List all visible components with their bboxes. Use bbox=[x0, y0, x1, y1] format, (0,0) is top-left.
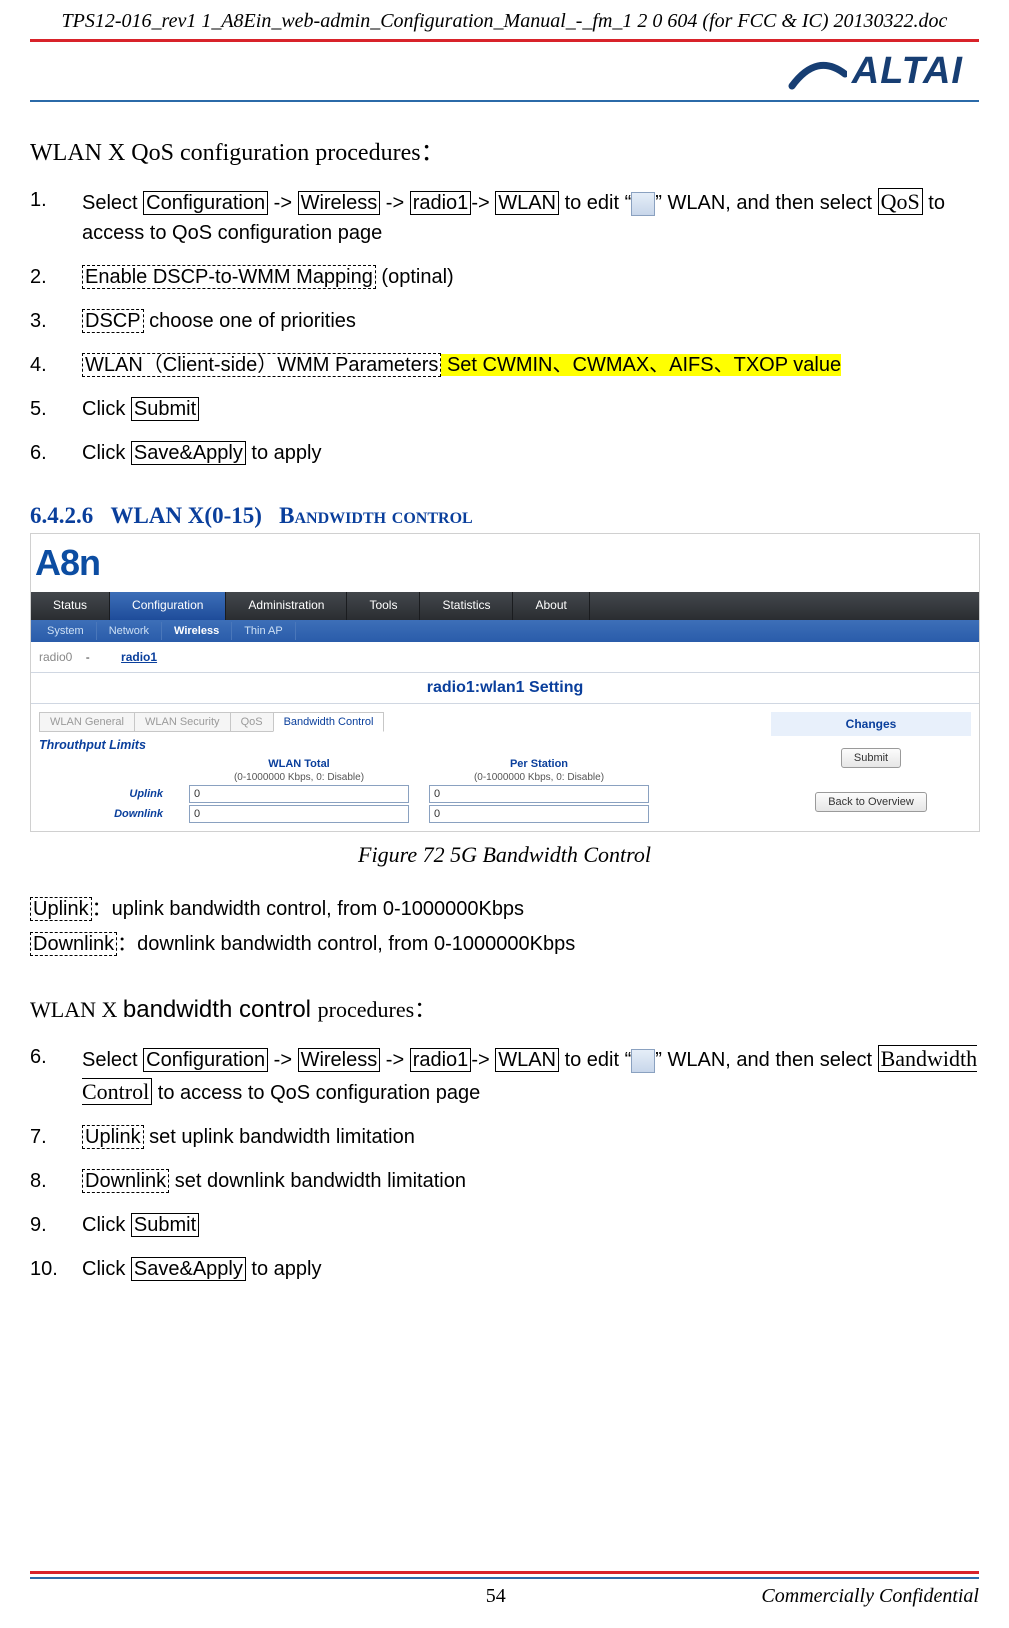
main-nav: Status Configuration Administration Tool… bbox=[31, 592, 979, 620]
bw-step-9: 9. Click Submit bbox=[30, 1210, 979, 1240]
subsection-heading: 6.4.2.6 WLAN X(0-15) Bandwidth control bbox=[30, 503, 979, 529]
link-configuration: Configuration bbox=[143, 191, 268, 215]
col-wlan-total: WLAN Total bbox=[189, 758, 409, 770]
logo-row: ALTAI bbox=[0, 42, 1009, 100]
bw-step-7: 7. Uplink set uplink bandwidth limitatio… bbox=[30, 1122, 979, 1152]
input-downlink-perstation[interactable]: 0 bbox=[429, 805, 649, 823]
col-per-station: Per Station bbox=[429, 758, 649, 770]
def-downlink-label: Downlink bbox=[30, 932, 117, 956]
def-downlink: Downlink：downlink bandwidth control, fro… bbox=[30, 927, 979, 956]
btn-submit: Submit bbox=[131, 397, 199, 421]
footer-red-rule bbox=[30, 1571, 979, 1574]
qos-step-5: 5. Click Submit bbox=[30, 394, 979, 424]
qos-step-2: 2. Enable DSCP-to-WMM Mapping (optinal) bbox=[30, 262, 979, 292]
product-logo-area: A8n bbox=[31, 534, 979, 592]
radio1-active[interactable]: radio1 bbox=[121, 650, 157, 664]
confidential-notice: Commercially Confidential bbox=[761, 1585, 979, 1608]
secondary-nav: System Network Wireless Thin AP bbox=[31, 620, 979, 642]
input-uplink-total[interactable]: 0 bbox=[189, 785, 409, 803]
qos-step-1: 1. Select Configuration -> Wireless -> r… bbox=[30, 185, 979, 248]
tab-status[interactable]: Status bbox=[31, 592, 110, 620]
bw-step-8: 8. Downlink set downlink bandwidth limit… bbox=[30, 1166, 979, 1196]
subtab-thinap[interactable]: Thin AP bbox=[232, 622, 296, 640]
throughput-limits-label: Throuthput Limits bbox=[39, 738, 759, 752]
bw-step-10: 10. Click Save&Apply to apply bbox=[30, 1254, 979, 1284]
btn-save-apply: Save&Apply bbox=[131, 441, 246, 465]
page-footer: 54 Commercially Confidential bbox=[30, 1571, 979, 1608]
subtab-wlan-security[interactable]: WLAN Security bbox=[134, 712, 231, 732]
link-wireless-2: Wireless bbox=[298, 1048, 381, 1072]
subtab-bandwidth-control[interactable]: Bandwidth Control bbox=[273, 712, 385, 732]
input-downlink-total[interactable]: 0 bbox=[189, 805, 409, 823]
subtab-qos[interactable]: QoS bbox=[230, 712, 274, 732]
field-dscp: DSCP bbox=[82, 309, 144, 333]
tab-tools[interactable]: Tools bbox=[347, 592, 420, 620]
qos-step-6: 6. Click Save&Apply to apply bbox=[30, 438, 979, 468]
highlight-wmm-values: Set CWMIN、CWMAX、AIFS、TXOP value bbox=[441, 354, 841, 376]
row-downlink-label: Downlink bbox=[39, 808, 169, 820]
def-uplink: Uplink：uplink bandwidth control, from 0-… bbox=[30, 892, 979, 921]
changes-panel[interactable]: Changes bbox=[771, 712, 971, 736]
def-uplink-label: Uplink bbox=[30, 897, 92, 921]
qos-steps: 1. Select Configuration -> Wireless -> r… bbox=[30, 185, 979, 468]
link-radio1-2: radio1 bbox=[410, 1048, 472, 1072]
row-uplink-label: Uplink bbox=[39, 788, 169, 800]
subtab-wireless[interactable]: Wireless bbox=[162, 622, 232, 640]
hint-per-station: (0-1000000 Kbps, 0: Disable) bbox=[429, 772, 649, 783]
tab-administration[interactable]: Administration bbox=[226, 592, 347, 620]
altai-logo-text: ALTAI bbox=[852, 50, 969, 93]
wlan-setting-tabs: WLAN General WLAN Security QoS Bandwidth… bbox=[39, 712, 759, 732]
page-content: WLAN X QoS configuration procedures： 1. … bbox=[0, 102, 1009, 1284]
bw-steps: 6. Select Configuration -> Wireless -> r… bbox=[30, 1042, 979, 1284]
qos-step-4: 4. WLAN（Client-side）WMM Parameters Set C… bbox=[30, 350, 979, 380]
tab-statistics[interactable]: Statistics bbox=[420, 592, 513, 620]
radio0-inactive[interactable]: radio0 bbox=[39, 650, 72, 664]
a8n-logo: A8n bbox=[35, 542, 100, 583]
link-configuration-2: Configuration bbox=[143, 1048, 268, 1072]
subtab-system[interactable]: System bbox=[35, 622, 97, 640]
bw-procedure-title: WLAN X bandwidth control procedures： bbox=[30, 992, 979, 1024]
link-wireless: Wireless bbox=[298, 191, 381, 215]
back-to-overview-button[interactable]: Back to Overview bbox=[815, 792, 927, 812]
qos-step-3: 3. DSCP choose one of priorities bbox=[30, 306, 979, 336]
field-wlan-wmm-params: WLAN（Client-side）WMM Parameters bbox=[82, 353, 441, 377]
header-filename: TPS12-016_rev1 1_A8Ein_web-admin_Configu… bbox=[0, 0, 1009, 39]
field-downlink: Downlink bbox=[82, 1169, 169, 1193]
edit-wlan-icon-2 bbox=[631, 1049, 655, 1073]
field-enable-dscp-wmm: Enable DSCP-to-WMM Mapping bbox=[82, 265, 376, 289]
figure-caption: Figure 72 5G Bandwidth Control bbox=[30, 842, 979, 868]
field-uplink: Uplink bbox=[82, 1125, 144, 1149]
edit-wlan-icon bbox=[631, 192, 655, 216]
bw-step-6: 6. Select Configuration -> Wireless -> r… bbox=[30, 1042, 979, 1108]
tab-about[interactable]: About bbox=[513, 592, 589, 620]
submit-button[interactable]: Submit bbox=[841, 748, 901, 768]
radio-selector: radio0 - radio1 bbox=[31, 642, 979, 672]
subtab-wlan-general[interactable]: WLAN General bbox=[39, 712, 135, 732]
qos-procedure-title: WLAN X QoS configuration procedures： bbox=[30, 132, 979, 167]
subtab-network[interactable]: Network bbox=[97, 622, 162, 640]
btn-submit-2: Submit bbox=[131, 1213, 199, 1237]
btn-save-apply-2: Save&Apply bbox=[131, 1257, 246, 1281]
page-number: 54 bbox=[230, 1585, 761, 1608]
link-radio1: radio1 bbox=[410, 191, 472, 215]
link-qos: QoS bbox=[878, 188, 923, 215]
hint-wlan-total: (0-1000000 Kbps, 0: Disable) bbox=[189, 772, 409, 783]
setting-title: radio1:wlan1 Setting bbox=[31, 672, 979, 704]
link-wlan-2: WLAN bbox=[495, 1048, 559, 1072]
bandwidth-control-screenshot: A8n Status Configuration Administration … bbox=[30, 533, 980, 832]
tab-configuration[interactable]: Configuration bbox=[110, 592, 226, 620]
link-wlan: WLAN bbox=[495, 191, 559, 215]
input-uplink-perstation[interactable]: 0 bbox=[429, 785, 649, 803]
altai-swoosh-icon bbox=[787, 56, 847, 100]
